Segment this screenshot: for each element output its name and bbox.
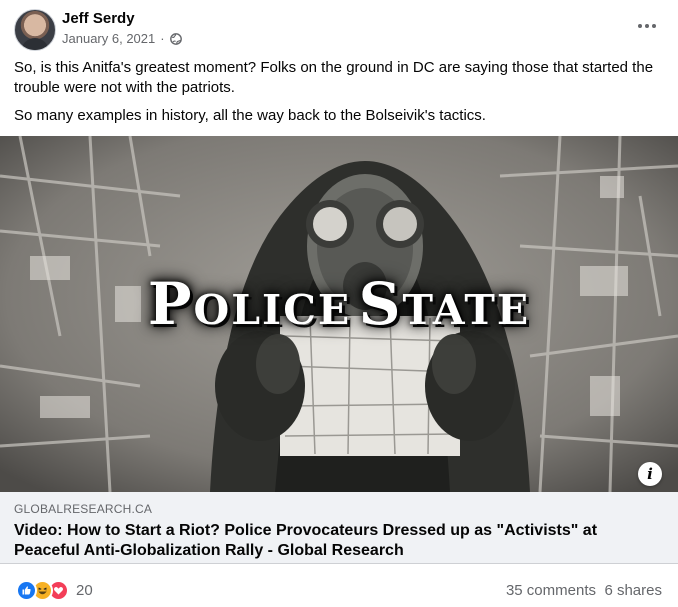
post-paragraph: So, is this Anitfa's greatest moment? Fo… xyxy=(14,59,654,96)
link-domain: GLOBALRESEARCH.CA xyxy=(14,502,153,516)
more-dot xyxy=(645,24,649,28)
post-date[interactable]: January 6, 2021 xyxy=(62,31,155,46)
post-stats: 20 35 comments 6 shares xyxy=(0,576,678,606)
image-headline: Police State xyxy=(0,274,678,349)
more-options-button[interactable] xyxy=(634,16,660,36)
meta-separator: · xyxy=(160,31,165,46)
post-paragraph: So many examples in history, all the way… xyxy=(14,107,486,124)
headline-word: Police xyxy=(147,270,352,338)
link-preview-footer[interactable]: GLOBALRESEARCH.CA Video: How to Start a … xyxy=(0,492,678,564)
link-preview-image[interactable]: Police State i xyxy=(0,136,678,492)
info-icon[interactable]: i xyxy=(638,462,662,486)
shares-count[interactable]: 6 shares xyxy=(604,582,662,599)
avatar[interactable] xyxy=(14,9,56,51)
reactions-summary[interactable]: 20 xyxy=(16,580,93,601)
globe-icon[interactable] xyxy=(169,32,182,45)
post-meta: January 6, 2021 · xyxy=(62,31,182,46)
post-text: So, is this Anitfa's greatest moment? Fo… xyxy=(14,58,664,134)
like-icon xyxy=(16,580,37,601)
link-title[interactable]: Video: How to Start a Riot? Police Provo… xyxy=(14,521,654,561)
author-name[interactable]: Jeff Serdy xyxy=(62,10,135,27)
facebook-post: Jeff Serdy January 6, 2021 · So, is this… xyxy=(0,0,678,607)
post-header: Jeff Serdy January 6, 2021 · xyxy=(0,0,678,58)
more-dot xyxy=(652,24,656,28)
comments-count[interactable]: 35 comments xyxy=(506,582,596,599)
more-horizontal-icon xyxy=(638,24,642,28)
headline-word: State xyxy=(358,270,531,338)
reaction-count: 20 xyxy=(76,582,93,599)
